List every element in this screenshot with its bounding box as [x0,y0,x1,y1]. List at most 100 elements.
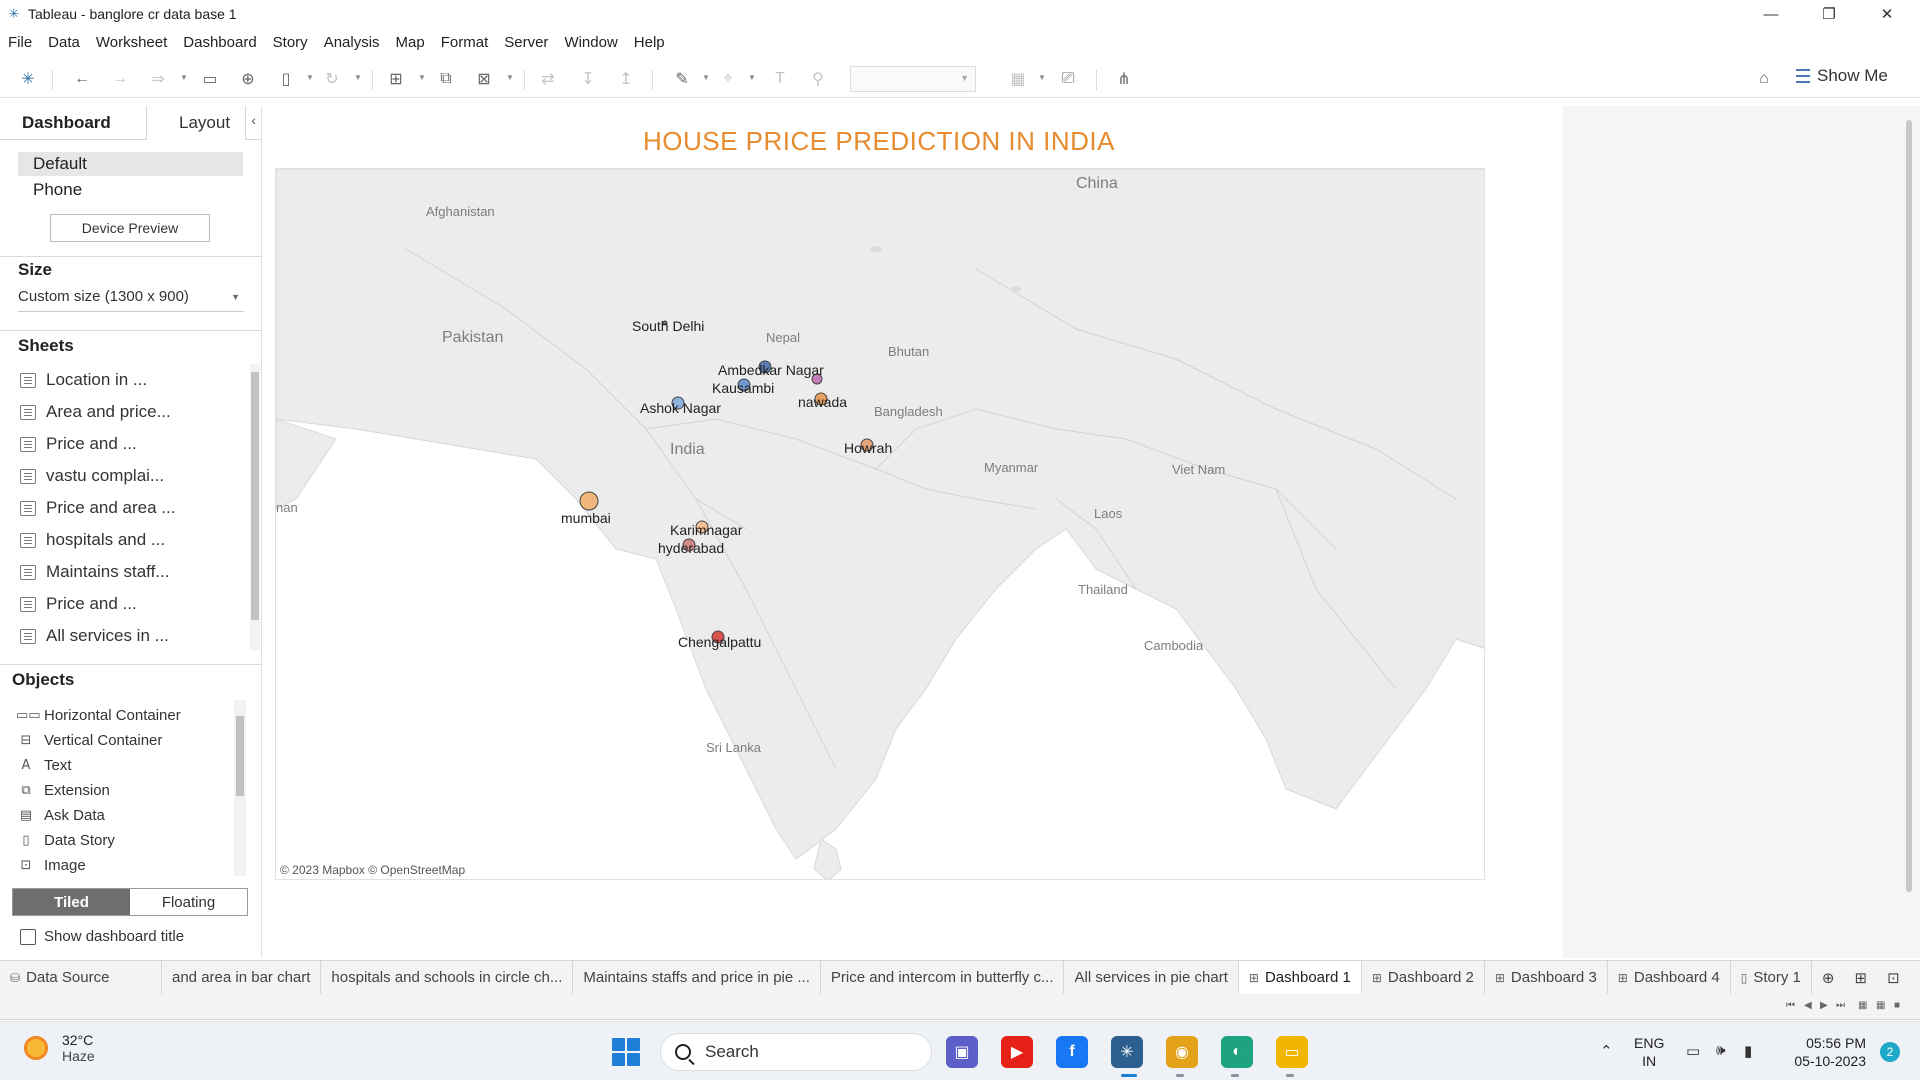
taskbar-search[interactable]: Search [660,1033,932,1071]
show-me-button[interactable]: Show Me [1796,66,1888,86]
chevron-up-icon[interactable]: ⌃ [1600,1042,1613,1060]
sheet-item[interactable]: All services in ... [20,624,169,648]
object-data-story[interactable]: ▯ Data Story [16,829,114,851]
sheet-tab[interactable]: hospitals and schools in circle ch... [321,960,574,995]
youtube-icon[interactable]: ▶ [1001,1036,1033,1068]
battery-icon[interactable]: ▮ [1744,1042,1752,1060]
menu-format[interactable]: Format [433,34,497,51]
fit-dropdown[interactable]: ▼ [850,66,976,92]
prev-tab-icon[interactable]: ◀ [1804,1000,1812,1011]
sheet-item[interactable]: vastu complai... [20,464,164,488]
share-icon[interactable]: ⋔ [1112,68,1136,90]
first-tab-icon[interactable]: ⏮ [1786,1000,1795,1011]
sheet-item[interactable]: Price and area ... [20,496,175,520]
refresh-icon[interactable]: ↻ [320,68,344,90]
sheet-item[interactable]: Maintains staff... [20,560,169,584]
menu-data[interactable]: Data [40,34,88,51]
object-text[interactable]: A Text [16,754,72,776]
device-default[interactable]: Default [18,152,243,176]
network-icon[interactable]: ▭ [1686,1042,1700,1060]
dashboard-tab[interactable]: ⊞ Dashboard 2 [1362,960,1485,995]
tiled-button[interactable]: Tiled [13,889,130,915]
tableau-logo-icon[interactable]: ✳ [16,68,40,90]
format-painter-icon[interactable]: ⌂ [1752,68,1776,90]
checkbox[interactable] [20,928,36,945]
show-tabs-icon[interactable]: ■ [1894,1000,1900,1011]
labels-icon[interactable]: T [768,68,792,90]
facebook-icon[interactable]: f [1056,1036,1088,1068]
device-phone[interactable]: Phone [18,178,243,202]
menu-window[interactable]: Window [556,34,625,51]
sheet-tab[interactable]: Maintains staffs and price in pie ... [573,960,821,995]
swap-icon[interactable]: ⇄ [536,68,560,90]
maximize-button[interactable]: ❐ [1800,0,1858,28]
menu-map[interactable]: Map [388,34,433,51]
highlight-icon[interactable]: ✎ [670,68,694,90]
edge-icon[interactable]: ◐ [1221,1036,1253,1068]
objects-scrollbar[interactable] [234,700,246,876]
minimize-button[interactable]: — [1742,0,1800,28]
object-extension[interactable]: ⧉ Extension [16,779,110,801]
tab-layout[interactable]: Layout [146,106,246,140]
new-data-source-icon[interactable]: ⊕ [236,68,260,90]
floating-button[interactable]: Floating [130,889,247,915]
group-icon[interactable]: ⌖ [716,68,740,90]
save-icon[interactable]: ▭ [198,68,222,90]
menu-story[interactable]: Story [265,34,316,51]
menu-server[interactable]: Server [496,34,556,51]
notification-badge[interactable]: 2 [1880,1042,1900,1062]
sheet-tab[interactable]: and area in bar chart [162,960,322,995]
device-preview-button[interactable]: Device Preview [50,214,210,242]
menu-help[interactable]: Help [626,34,673,51]
sheet-item[interactable]: Price and ... [20,592,137,616]
new-story-tab-icon[interactable]: ⊡ [1877,961,1910,995]
clear-icon[interactable]: ⊠ [472,68,496,90]
sheet-item[interactable]: hospitals and ... [20,528,165,552]
undo-icon[interactable]: ← [70,68,94,90]
dashboard-tab[interactable]: ⊞ Dashboard 4 [1608,960,1731,995]
show-cards-icon[interactable]: ▦ [1006,68,1030,90]
show-filmstrip-icon[interactable]: ▦ [1858,1000,1867,1011]
replay-icon[interactable]: ⇒ [146,68,170,90]
tableau-icon[interactable]: ✳ [1111,1036,1143,1068]
menu-analysis[interactable]: Analysis [316,34,388,51]
dashboard-tab-active[interactable]: ⊞ Dashboard 1 [1238,960,1362,995]
dashboard-tab[interactable]: ⊞ Dashboard 3 [1485,960,1608,995]
map-view[interactable]: China Afghanistan Pakistan Nepal Bhutan Bangl… [275,168,1485,880]
sheet-item[interactable]: Area and price... [20,400,171,424]
show-sheet-sorter-icon[interactable]: ▦ [1876,1000,1885,1011]
sheet-item[interactable]: Price and ... [20,432,137,456]
menu-worksheet[interactable]: Worksheet [88,34,175,51]
menu-dashboard[interactable]: Dashboard [175,34,264,51]
redo-icon[interactable]: → [108,68,132,90]
new-dashboard-tab-icon[interactable]: ⊞ [1844,961,1877,995]
sort-ascending-icon[interactable]: ↧ [576,68,600,90]
last-tab-icon[interactable]: ⏭ [1836,1000,1845,1011]
clock[interactable]: 05:56 PM 05-10-2023 [1786,1034,1866,1070]
canvas-vertical-scrollbar[interactable] [1906,120,1912,892]
story-tab[interactable]: ▯ Story 1 [1731,960,1812,995]
presentation-mode-icon[interactable]: ⎚ [1056,68,1080,90]
sheet-tab[interactable]: All services in pie chart [1064,960,1239,995]
pin-icon[interactable]: ⚲ [806,68,830,90]
object-horizontal-container[interactable]: ▭▭ Horizontal Container [16,704,181,726]
sheet-item[interactable]: Location in ... [20,368,147,392]
volume-icon[interactable]: 🕪 [1716,1042,1725,1059]
size-dropdown[interactable]: Custom size (1300 x 900) ▼ [18,288,244,312]
data-source-tab[interactable]: ⛁ Data Source [0,960,162,995]
sort-descending-icon[interactable]: ↥ [614,68,638,90]
object-vertical-container[interactable]: ⊟ Vertical Container [16,729,163,751]
next-tab-icon[interactable]: ▶ [1820,1000,1828,1011]
duplicate-icon[interactable]: ⧉ [434,68,458,90]
collapse-panel-icon[interactable]: ‹ [251,112,256,128]
language-indicator[interactable]: ENG IN [1634,1034,1664,1070]
sheet-tab[interactable]: Price and intercom in butterfly c... [821,960,1065,995]
new-worksheet-tab-icon[interactable]: ⊕ [1812,961,1845,995]
file-explorer-icon[interactable]: ▭ [1276,1036,1308,1068]
object-ask-data[interactable]: ▤ Ask Data [16,804,105,826]
location-marker[interactable] [579,491,599,511]
new-worksheet-icon[interactable]: ⊞ [384,68,408,90]
teams-icon[interactable]: ▣ [946,1036,978,1068]
sheets-scrollbar[interactable] [250,364,260,650]
object-image[interactable]: ⊡ Image [16,854,86,876]
